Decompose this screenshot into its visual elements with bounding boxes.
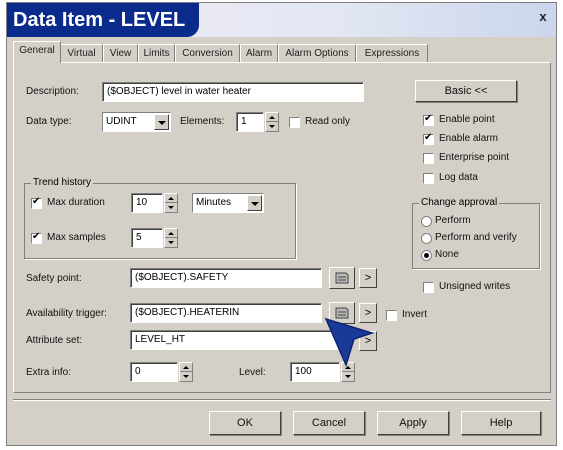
footer-separator [13, 399, 551, 401]
extra-info-label: Extra info: [26, 367, 72, 378]
description-label: Description: [26, 86, 79, 97]
tab-limits[interactable]: Limits [138, 44, 175, 62]
perform-and-verify-radio[interactable] [421, 233, 432, 244]
general-tab-page: Description: ($OBJECT) level in water he… [13, 62, 551, 393]
dropdown-arrow-icon[interactable] [247, 195, 262, 211]
tab-general[interactable]: General [13, 41, 61, 63]
unsigned-writes-label: Unsigned writes [439, 281, 511, 292]
extra-info-field[interactable]: 0 [130, 362, 178, 382]
data-type-value: UDINT [106, 116, 137, 127]
max-samples-label: Max samples [47, 232, 106, 243]
perform-radio[interactable] [421, 216, 432, 227]
enterprise-point-label: Enterprise point [439, 152, 510, 163]
enable-alarm-label: Enable alarm [439, 133, 498, 144]
change-approval-group: Change approval Perform Perform and veri… [412, 196, 540, 269]
browse-icon [335, 272, 349, 284]
level-label: Level: [239, 367, 266, 378]
availability-trigger-label: Availability trigger: [26, 308, 107, 319]
data-item-dialog: Data Item - LEVEL x General Virtual View… [6, 2, 557, 446]
attribute-set-field[interactable]: LEVEL_HT [130, 330, 338, 350]
tab-alarm-options[interactable]: Alarm Options [278, 44, 356, 62]
apply-button[interactable]: Apply [377, 411, 449, 435]
invert-label: Invert [402, 309, 428, 320]
max-duration-checkbox[interactable] [31, 196, 42, 209]
duration-unit-select[interactable]: Minutes [192, 193, 264, 213]
basic-button[interactable]: Basic << [415, 80, 517, 102]
read-only-checkbox[interactable] [289, 117, 300, 128]
log-data-label: Log data [439, 172, 478, 183]
cancel-button[interactable]: Cancel [293, 411, 365, 435]
safety-point-label: Safety point: [26, 273, 82, 284]
safety-point-browse-button[interactable] [329, 267, 355, 289]
safety-point-arrow-button[interactable]: > [359, 268, 377, 288]
max-samples-field[interactable]: 5 [131, 228, 163, 248]
availability-trigger-field[interactable]: ($OBJECT).HEATERIN [130, 303, 322, 323]
max-samples-checkbox[interactable] [31, 231, 42, 244]
perform-label: Perform [435, 215, 471, 226]
enable-point-label: Enable point [439, 114, 495, 125]
trend-history-title: Trend history [31, 176, 93, 190]
tab-virtual[interactable]: Virtual [60, 44, 103, 62]
data-type-select[interactable]: UDINT [102, 112, 171, 132]
data-type-label: Data type: [26, 116, 72, 127]
change-approval-title: Change approval [419, 196, 500, 210]
invert-checkbox[interactable] [386, 310, 397, 321]
tab-alarm[interactable]: Alarm [240, 44, 278, 62]
ok-button[interactable]: OK [209, 411, 281, 435]
perform-and-verify-label: Perform and verify [435, 232, 517, 243]
close-icon[interactable]: x [536, 10, 550, 24]
tab-conversion[interactable]: Conversion [175, 44, 240, 62]
enable-point-checkbox[interactable] [423, 113, 434, 126]
description-field[interactable]: ($OBJECT) level in water heater [102, 82, 364, 102]
elements-spin-icon[interactable] [265, 112, 279, 132]
elements-field[interactable]: 1 [236, 112, 264, 132]
extra-info-spin-icon[interactable] [179, 362, 193, 382]
tab-expressions[interactable]: Expressions [356, 44, 428, 62]
dialog-title: Data Item - LEVEL [7, 3, 200, 37]
help-button[interactable]: Help [461, 411, 541, 435]
enterprise-point-checkbox[interactable] [423, 153, 434, 164]
max-samples-spin-icon[interactable] [164, 228, 178, 248]
title-bar[interactable]: Data Item - LEVEL x [7, 3, 556, 37]
trend-history-group: Trend history Max duration 10 Minutes Ma… [24, 176, 296, 259]
cursor-arrow-icon [324, 317, 375, 368]
read-only-label: Read only [305, 116, 351, 127]
max-duration-label: Max duration [47, 197, 105, 208]
max-duration-field[interactable]: 10 [131, 193, 163, 213]
attribute-set-label: Attribute set: [26, 335, 83, 346]
safety-point-field[interactable]: ($OBJECT).SAFETY [130, 268, 322, 288]
none-label: None [435, 249, 459, 260]
duration-unit-value: Minutes [196, 197, 232, 208]
enable-alarm-checkbox[interactable] [423, 132, 434, 145]
none-radio[interactable] [421, 250, 432, 261]
log-data-checkbox[interactable] [423, 173, 434, 184]
tab-view[interactable]: View [103, 44, 138, 62]
max-duration-spin-icon[interactable] [164, 193, 178, 213]
unsigned-writes-checkbox[interactable] [423, 282, 434, 293]
dropdown-arrow-icon[interactable] [154, 114, 169, 130]
elements-label: Elements: [180, 116, 225, 127]
